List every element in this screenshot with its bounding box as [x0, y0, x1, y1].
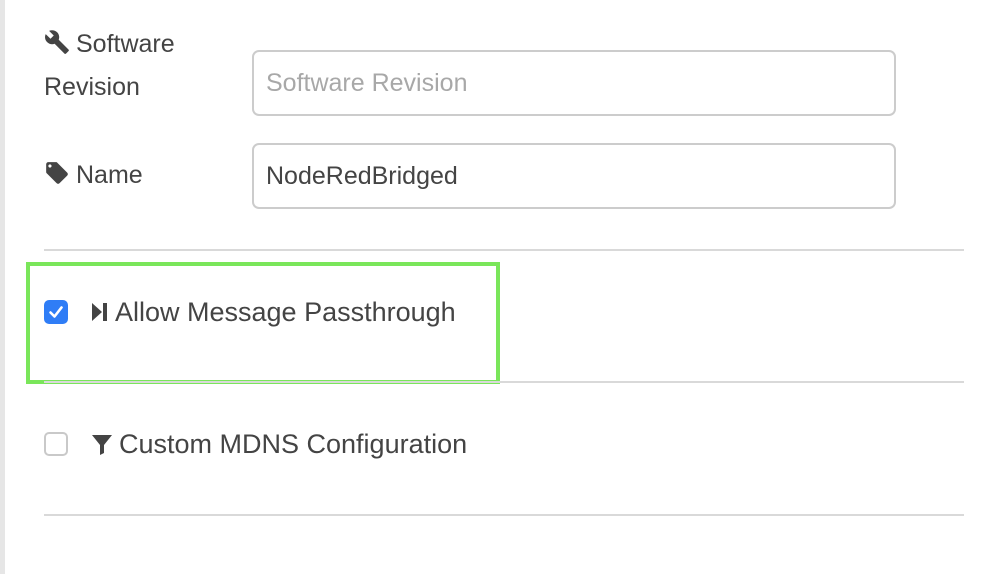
software-revision-label: Software Revision: [44, 24, 175, 107]
software-revision-input[interactable]: [252, 50, 896, 116]
name-input[interactable]: [252, 143, 896, 209]
allow-passthrough-checkbox[interactable]: [44, 300, 68, 324]
custom-mdns-label[interactable]: Custom MDNS Configuration: [90, 429, 467, 460]
allow-passthrough-label[interactable]: Allow Message Passthrough: [90, 297, 456, 328]
custom-mdns-row[interactable]: Custom MDNS Configuration: [44, 424, 467, 464]
panel-left-border: [0, 0, 5, 574]
checkmark-icon: [49, 306, 63, 318]
section-divider-1: [44, 249, 964, 251]
section-divider-2: [44, 381, 964, 383]
tag-icon: [44, 158, 70, 198]
wrench-icon: [44, 27, 70, 67]
allow-passthrough-row[interactable]: Allow Message Passthrough: [44, 292, 456, 332]
software-revision-label-line1: Software: [76, 30, 175, 58]
custom-mdns-text: Custom MDNS Configuration: [119, 428, 468, 459]
step-forward-icon: [90, 301, 110, 323]
section-divider-3: [44, 514, 964, 516]
software-revision-label-line2: Revision: [44, 73, 140, 101]
name-label: Name: [44, 155, 143, 198]
filter-icon: [90, 432, 114, 456]
custom-mdns-checkbox[interactable]: [44, 432, 68, 456]
allow-passthrough-text: Allow Message Passthrough: [115, 296, 456, 327]
name-label-text: Name: [76, 161, 143, 189]
